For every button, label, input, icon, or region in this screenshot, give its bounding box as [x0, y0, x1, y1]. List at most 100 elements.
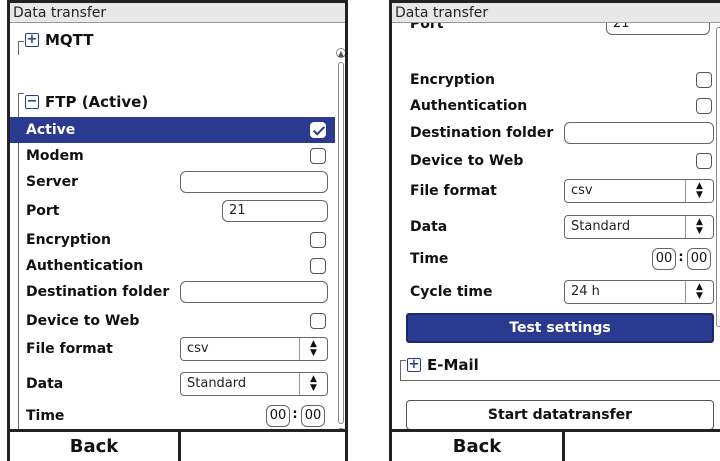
row-label: Time [410, 251, 449, 267]
row-label: File format [26, 341, 113, 357]
authentication-checkbox[interactable] [696, 98, 712, 114]
window-title: Data transfer [392, 3, 720, 23]
scroll-up-icon[interactable]: ▲ [336, 48, 345, 58]
row-label: Port [26, 203, 60, 219]
scrollbar[interactable]: ▲ ▼ [336, 48, 345, 429]
data-select[interactable]: Standard ▲ ▼ [564, 215, 714, 239]
row-device-to-web: Device to Web [10, 308, 335, 334]
port-input[interactable]: 21 [222, 200, 328, 222]
destination-folder-input[interactable] [180, 281, 328, 303]
hours-field[interactable]: 00 [652, 248, 676, 270]
port-input[interactable]: 21 [606, 23, 710, 35]
row-time: Time 00 : 00 [392, 246, 717, 272]
group-title: MQTT [45, 31, 94, 49]
collapse-icon[interactable]: − [25, 95, 39, 109]
row-label: Authentication [410, 98, 528, 114]
row-time: Time 00 : 00 [10, 403, 335, 429]
group-divider [400, 380, 720, 381]
group-mqtt[interactable]: + MQTT [10, 28, 330, 52]
row-label: Destination folder [26, 284, 170, 300]
select-value: csv [571, 183, 593, 198]
row-cycle-time: Cycle time 24 h ▲ ▼ [392, 279, 717, 305]
settings-list: + MQTT − FTP (Active) Active Modem Serve… [10, 23, 345, 429]
row-device-to-web: Device to Web [392, 148, 717, 174]
destination-folder-input[interactable] [564, 122, 714, 144]
scroll-track[interactable] [716, 27, 720, 327]
data-select[interactable]: Standard ▲ ▼ [180, 372, 328, 396]
modem-checkbox[interactable] [310, 148, 326, 164]
group-title: E-Mail [427, 356, 479, 374]
row-label: Modem [26, 148, 84, 164]
authentication-checkbox[interactable] [310, 258, 326, 274]
time-input[interactable]: 00 : 00 [266, 405, 328, 427]
active-checkbox[interactable] [310, 122, 326, 138]
file-format-select[interactable]: csv ▲ ▼ [180, 337, 328, 361]
encryption-checkbox[interactable] [310, 232, 326, 248]
updown-arrows-icon: ▲ ▼ [299, 373, 327, 395]
time-separator: : [292, 407, 298, 422]
row-modem: Modem [10, 143, 335, 169]
left-screen: Data transfer + MQTT − FTP (Active) Acti… [7, 0, 348, 461]
group-email[interactable]: + E-Mail [392, 353, 712, 377]
start-datatransfer-button[interactable]: Start datatransfer [406, 400, 714, 429]
row-label: Server [26, 174, 79, 190]
footer-right-button[interactable] [181, 432, 345, 461]
group-title: FTP (Active) [45, 93, 149, 111]
minutes-field[interactable]: 00 [687, 248, 711, 270]
row-data: Data Standard ▲ ▼ [10, 371, 335, 397]
device-to-web-checkbox[interactable] [696, 153, 712, 169]
file-format-select[interactable]: csv ▲ ▼ [564, 179, 714, 203]
updown-arrows-icon: ▲ ▼ [685, 216, 713, 238]
back-button[interactable]: Back [392, 432, 562, 461]
test-settings-button[interactable]: Test settings [406, 313, 714, 343]
encryption-checkbox[interactable] [696, 72, 712, 88]
back-button[interactable]: Back [10, 432, 178, 461]
row-label: Data [26, 376, 64, 392]
footer-right-button[interactable] [565, 432, 720, 461]
cycle-time-select[interactable]: 24 h ▲ ▼ [564, 280, 714, 304]
row-active[interactable]: Active [10, 117, 335, 143]
row-label: Encryption [26, 232, 111, 248]
right-screen: Data transfer Port 21 Encryption Authent… [389, 0, 720, 461]
row-port: Port 21 [10, 198, 335, 224]
updown-arrows-icon: ▲ ▼ [685, 281, 713, 303]
expand-icon[interactable]: + [407, 358, 421, 372]
window-title: Data transfer [10, 3, 345, 23]
row-file-format: File format csv ▲ ▼ [392, 178, 717, 204]
updown-arrows-icon: ▲ ▼ [685, 180, 713, 202]
time-input[interactable]: 00 : 00 [652, 248, 714, 270]
row-file-format: File format csv ▲ ▼ [10, 336, 335, 362]
row-data: Data Standard ▲ ▼ [392, 214, 717, 240]
row-encryption: Encryption [10, 227, 335, 253]
select-value: Standard [187, 376, 247, 391]
row-authentication: Authentication [10, 253, 335, 279]
select-value: csv [187, 341, 209, 356]
device-to-web-checkbox[interactable] [310, 313, 326, 329]
row-port: Port 21 [392, 23, 717, 37]
row-label: Port [410, 23, 444, 32]
row-label: Data [410, 219, 448, 235]
row-server: Server [10, 169, 335, 195]
row-destination-folder: Destination folder [392, 120, 717, 146]
server-input[interactable] [180, 171, 328, 193]
select-value: 24 h [571, 284, 600, 299]
expand-icon[interactable]: + [25, 33, 39, 47]
select-value: Standard [571, 219, 631, 234]
footer-bar: Back [10, 429, 345, 461]
row-label: Device to Web [410, 153, 524, 169]
row-label: Encryption [410, 72, 495, 88]
scrollbar[interactable] [714, 23, 720, 343]
row-label: Authentication [26, 258, 144, 274]
row-label: File format [410, 183, 497, 199]
group-ftp[interactable]: − FTP (Active) [10, 90, 330, 114]
hours-field[interactable]: 00 [266, 405, 290, 427]
row-encryption: Encryption [392, 67, 717, 93]
row-destination-folder: Destination folder [10, 279, 335, 305]
scroll-track[interactable] [338, 62, 344, 424]
row-authentication: Authentication [392, 93, 717, 119]
row-label: Cycle time [410, 284, 493, 300]
row-label: Device to Web [26, 313, 140, 329]
minutes-field[interactable]: 00 [301, 405, 325, 427]
footer-bar: Back [392, 429, 720, 461]
row-label: Active [26, 122, 76, 138]
